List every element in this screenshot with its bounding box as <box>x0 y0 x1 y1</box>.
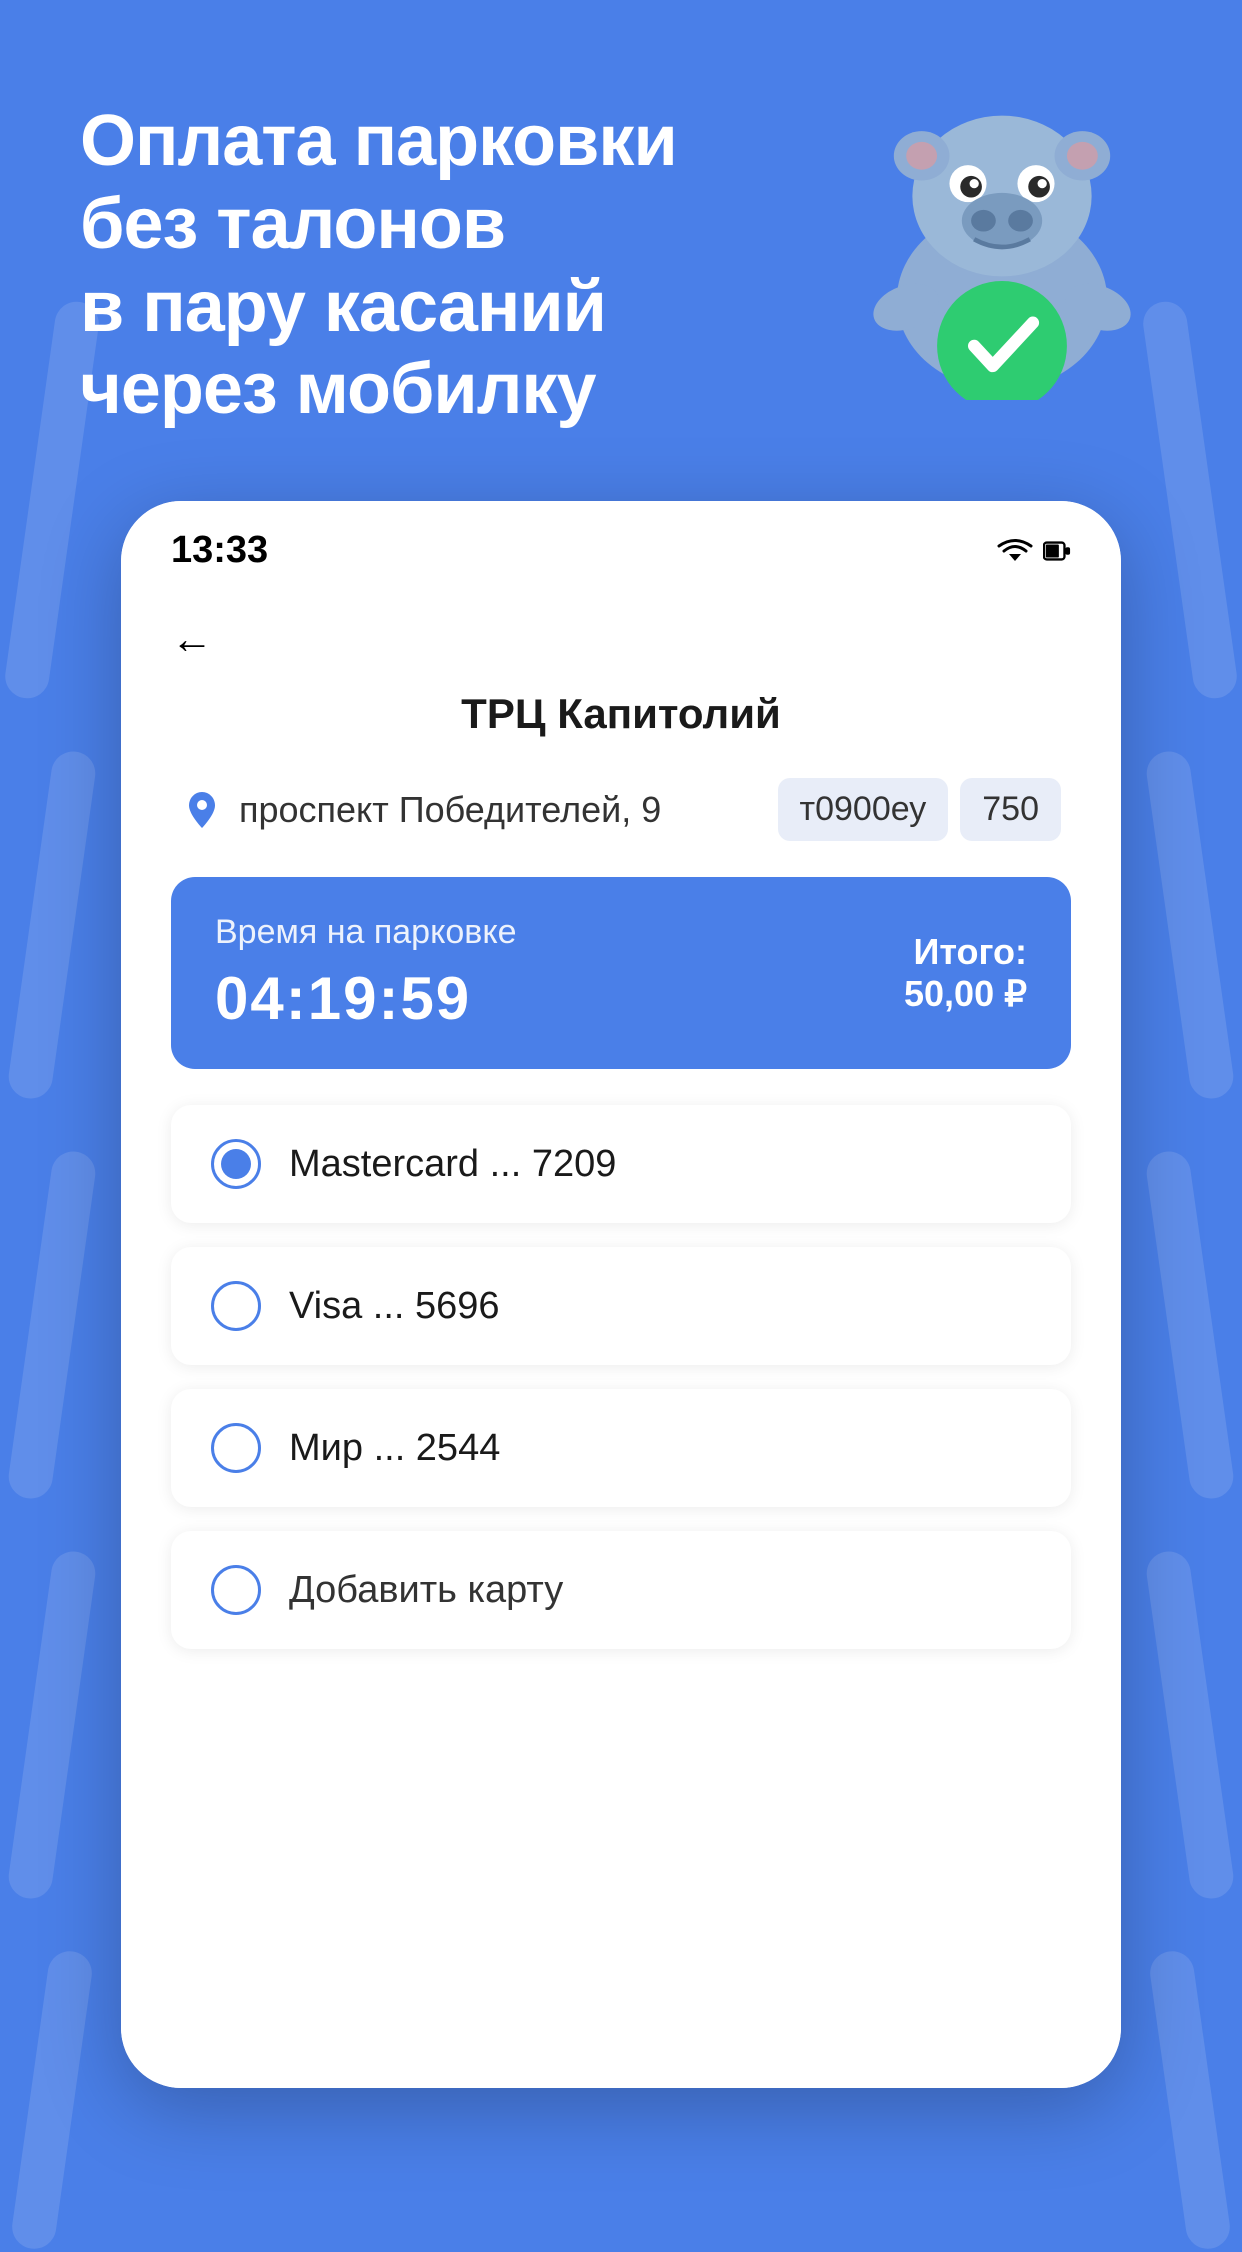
radio-mastercard <box>211 1139 261 1189</box>
header-line3: в пару касаний <box>80 267 606 347</box>
status-bar: 13:33 <box>121 501 1121 588</box>
back-arrow-icon: ← <box>171 618 213 660</box>
address-left: проспект Победителей, 9 <box>181 789 661 831</box>
header-text: Оплата парковки без талонов в пару касан… <box>80 80 842 431</box>
visa-label: Visa ... 5696 <box>289 1285 500 1328</box>
app-content: ← ТРЦ Капитолий проспект Победителей, 9 … <box>121 588 1121 2088</box>
phone-screen: 13:33 <box>121 501 1121 2088</box>
timer-value: 04:19:59 <box>215 964 516 1033</box>
payment-options: Mastercard ... 7209 Visa ... 5696 Мир ..… <box>171 1105 1071 1649</box>
header-line1: Оплата парковки <box>80 101 677 181</box>
location-pin-icon <box>181 789 223 831</box>
wifi-icon <box>997 537 1033 565</box>
timer-right: Итого: 50,00 ₽ <box>904 931 1027 1015</box>
address-badges: т0900еу 750 <box>778 778 1061 841</box>
total-amount: 50,00 ₽ <box>904 973 1027 1015</box>
battery-icon <box>1043 537 1071 565</box>
payment-option-mastercard[interactable]: Mastercard ... 7209 <box>171 1105 1071 1223</box>
back-button[interactable]: ← <box>171 608 213 670</box>
address-text: проспект Победителей, 9 <box>239 789 661 831</box>
spot-badge: 750 <box>960 778 1061 841</box>
timer-label: Время на парковке <box>215 913 516 952</box>
payment-option-visa[interactable]: Visa ... 5696 <box>171 1247 1071 1365</box>
status-icons <box>997 537 1071 565</box>
total-label: Итого: <box>904 931 1027 973</box>
radio-mir <box>211 1423 261 1473</box>
header-area: Оплата парковки без талонов в пару касан… <box>0 0 1242 471</box>
header-line4: через мобилку <box>80 349 596 429</box>
radio-add <box>211 1565 261 1615</box>
mascot <box>842 60 1162 400</box>
mastercard-label: Mastercard ... 7209 <box>289 1143 616 1186</box>
address-row: проспект Победителей, 9 т0900еу 750 <box>171 778 1071 841</box>
location-title: ТРЦ Капитолий <box>171 690 1071 738</box>
phone-wrapper: 13:33 <box>0 501 1242 2088</box>
timer-card: Время на парковке 04:19:59 Итого: 50,00 … <box>171 877 1071 1069</box>
plate-badge: т0900еу <box>778 778 949 841</box>
payment-option-mir[interactable]: Мир ... 2544 <box>171 1389 1071 1507</box>
status-time: 13:33 <box>171 529 268 572</box>
add-card-label: Добавить карту <box>289 1569 563 1612</box>
mir-label: Мир ... 2544 <box>289 1427 500 1470</box>
payment-option-add[interactable]: Добавить карту <box>171 1531 1071 1649</box>
radio-visa <box>211 1281 261 1331</box>
phone-mockup: 13:33 <box>121 501 1121 2088</box>
header-line2: без талонов <box>80 184 505 264</box>
header-title: Оплата парковки без талонов в пару касан… <box>80 100 842 431</box>
timer-left: Время на парковке 04:19:59 <box>215 913 516 1033</box>
